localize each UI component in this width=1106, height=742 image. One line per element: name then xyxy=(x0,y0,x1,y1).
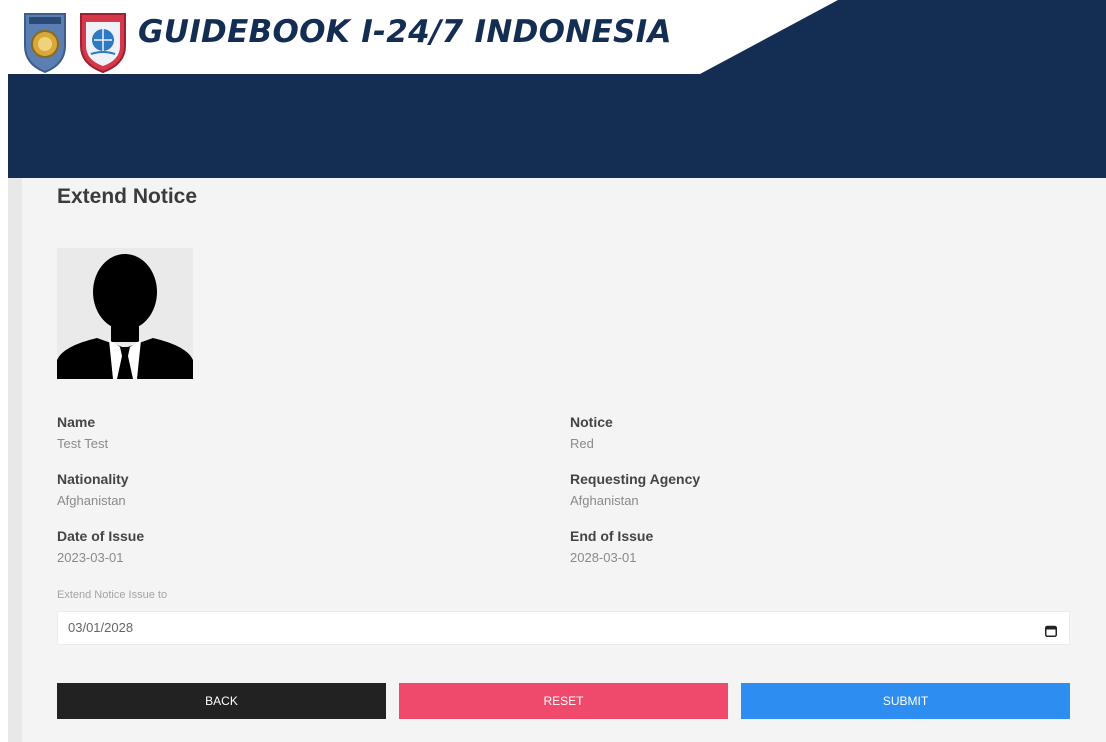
nationality-value: Afghanistan xyxy=(57,493,126,508)
reset-button[interactable]: RESET xyxy=(399,683,728,719)
notice-label: Notice xyxy=(570,414,613,430)
name-label: Name xyxy=(57,414,96,430)
extend-notice-label: Extend Notice Issue to xyxy=(57,589,168,601)
notice-value: Red xyxy=(570,436,594,451)
name-value: Test Test xyxy=(57,436,109,451)
page-title: Extend Notice xyxy=(57,185,198,208)
person-silhouette-icon xyxy=(57,248,193,379)
date-of-issue-label: Date of Issue xyxy=(57,528,145,544)
nationality-label: Nationality xyxy=(57,471,129,487)
app-frame: GUIDEBOOK I-24/7 INDONESIA Extend Notice… xyxy=(0,0,1106,742)
requesting-agency-label: Requesting Agency xyxy=(570,471,701,487)
guidebook-title: GUIDEBOOK I-24/7 INDONESIA xyxy=(138,14,672,50)
date-of-issue-value: 2023-03-01 xyxy=(57,550,124,565)
back-button[interactable]: BACK xyxy=(57,683,386,719)
interpol-shield-logo xyxy=(77,10,126,74)
end-of-issue-label: End of Issue xyxy=(570,528,654,544)
police-shield-logo xyxy=(21,10,69,74)
submit-button[interactable]: SUBMIT xyxy=(741,683,1070,719)
panel-left-rule xyxy=(8,178,22,742)
extend-notice-date-input[interactable]: 03/01/2028 xyxy=(57,611,1070,645)
requesting-agency-value: Afghanistan xyxy=(570,493,639,508)
extend-notice-date-value: 03/01/2028 xyxy=(68,620,134,635)
calendar-icon[interactable] xyxy=(1045,622,1057,637)
end-of-issue-value: 2028-03-01 xyxy=(570,550,637,565)
